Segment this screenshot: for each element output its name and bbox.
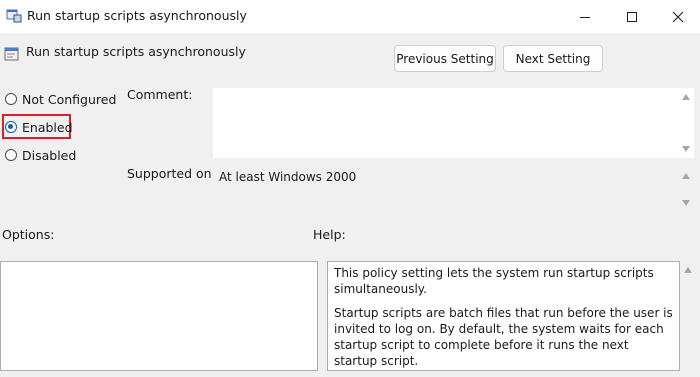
supported-scrollbar[interactable] (678, 167, 694, 212)
policy-editor-icon (6, 9, 22, 23)
scroll-down-icon[interactable] (682, 200, 690, 206)
radio-label: Enabled (22, 119, 73, 135)
options-panel (0, 261, 318, 371)
scroll-up-icon[interactable] (682, 94, 690, 100)
radio-circle (5, 93, 17, 105)
minimize-button[interactable] (562, 0, 608, 33)
help-paragraph: This policy setting lets the system run … (334, 266, 654, 296)
radio-label: Disabled (22, 147, 77, 163)
close-button[interactable] (655, 0, 700, 33)
supported-on-field: At least Windows 2000 (213, 167, 694, 212)
radio-enabled[interactable]: Enabled (5, 118, 73, 136)
comment-field[interactable] (213, 88, 694, 158)
scroll-up-icon[interactable] (684, 267, 692, 273)
close-icon (672, 11, 684, 22)
comment-label: Comment: (127, 87, 193, 102)
comment-scrollbar[interactable] (678, 88, 694, 158)
maximize-icon (627, 11, 637, 22)
next-setting-button[interactable]: Next Setting (503, 45, 603, 72)
radio-circle-checked (5, 121, 17, 133)
radio-not-configured[interactable]: Not Configured (5, 90, 116, 108)
help-text: This policy setting lets the system run … (334, 265, 674, 377)
policy-setting-icon (4, 46, 20, 62)
help-paragraph: Startup scripts are batch files that run… (334, 306, 673, 368)
scroll-up-icon[interactable] (682, 173, 690, 179)
scroll-down-icon[interactable] (682, 146, 690, 152)
radio-circle (5, 149, 17, 161)
window-title: Run startup scripts asynchronously (27, 8, 247, 23)
options-label: Options: (2, 227, 55, 242)
supported-on-value: At least Windows 2000 (219, 170, 357, 184)
help-scrollbar[interactable] (680, 261, 700, 371)
minimize-icon (580, 16, 590, 18)
help-label: Help: (313, 227, 346, 242)
maximize-button[interactable] (609, 0, 655, 33)
previous-setting-button[interactable]: Previous Setting (394, 45, 496, 72)
policy-name: Run startup scripts asynchronously (26, 44, 246, 59)
supported-on-label: Supported on: (127, 166, 216, 181)
radio-disabled[interactable]: Disabled (5, 146, 76, 164)
help-panel: This policy setting lets the system run … (327, 261, 680, 371)
radio-label: Not Configured (22, 91, 117, 107)
